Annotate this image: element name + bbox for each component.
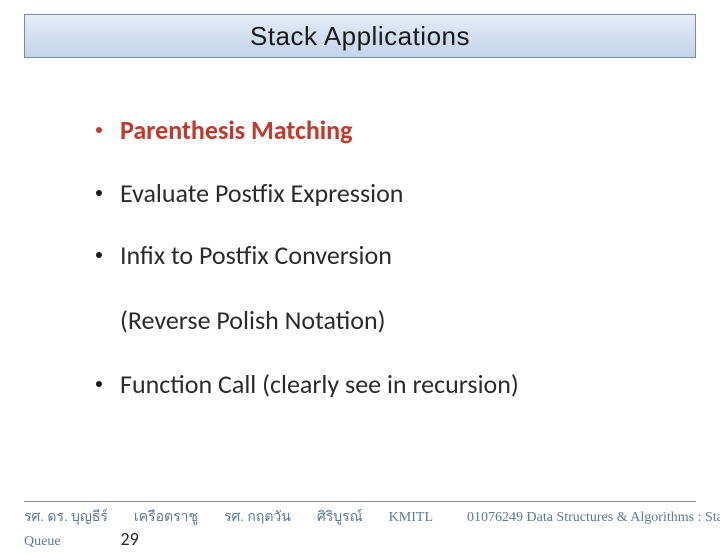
footer: รศ. ดร. บุญธีร์ เครือตราชู รศ. กฤตวัน ศิ… xyxy=(24,506,696,546)
title-bar: Stack Applications xyxy=(24,14,696,58)
footer-institution: KMITL xyxy=(389,510,433,526)
bullet-icon xyxy=(96,381,102,387)
list-item: Evaluate Postfix Expression xyxy=(96,179,720,208)
item-text-parenthesis: Parenthesis Matching xyxy=(120,116,352,145)
footer-bottom-row: Queue 29 xyxy=(24,528,696,550)
item-subtext-rpn: (Reverse Polish Notation) xyxy=(120,304,385,336)
footer-author1-surname: เครือตราชู xyxy=(134,506,198,528)
footer-queue: Queue xyxy=(24,534,61,550)
footer-author1-title: รศ. ดร. บุญธีร์ xyxy=(24,506,108,528)
footer-course: 01076249 Data Structures & Algorithms : … xyxy=(467,510,720,526)
list-item: Infix to Postfix Conversion xyxy=(96,241,720,270)
slide-title: Stack Applications xyxy=(250,21,470,52)
bullet-icon xyxy=(96,127,102,133)
footer-divider xyxy=(24,501,696,502)
list-item: Function Call (clearly see in recursion) xyxy=(96,370,720,399)
list-subitem: (Reverse Polish Notation) xyxy=(120,304,720,336)
item-text-infix: Infix to Postfix Conversion xyxy=(120,241,392,270)
page-number: 29 xyxy=(121,528,139,550)
bullet-icon xyxy=(96,190,102,196)
list-item: Parenthesis Matching xyxy=(96,116,720,145)
bullet-icon xyxy=(96,252,102,258)
content-area: Parenthesis Matching Evaluate Postfix Ex… xyxy=(0,58,720,398)
footer-top-row: รศ. ดร. บุญธีร์ เครือตราชู รศ. กฤตวัน ศิ… xyxy=(24,506,696,528)
item-text-function: Function Call (clearly see in recursion) xyxy=(120,370,519,399)
item-text-evaluate: Evaluate Postfix Expression xyxy=(120,179,403,208)
footer-author2-surname: ศิริบูรณ์ xyxy=(317,506,363,528)
footer-author2-title: รศ. กฤตวัน xyxy=(224,506,291,528)
